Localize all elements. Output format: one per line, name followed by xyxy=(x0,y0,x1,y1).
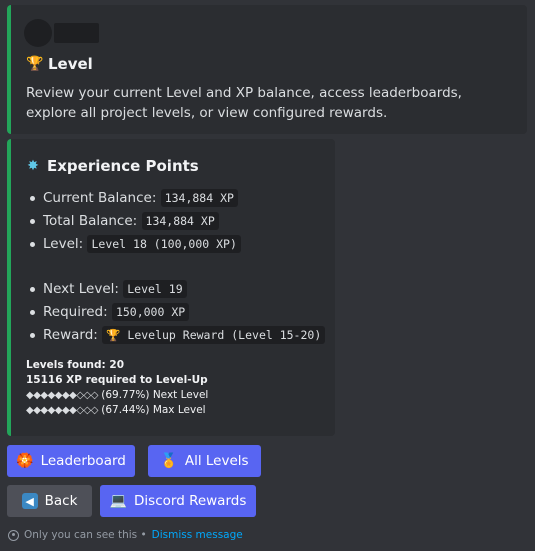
trophy-icon: 🏆 xyxy=(26,56,44,72)
discord-rewards-button[interactable]: 💻 Discord Rewards xyxy=(100,485,256,517)
xp-embed-title: ✸ Experience Points xyxy=(25,157,199,175)
level-description: Review your current Level and XP balance… xyxy=(26,85,462,121)
reward-value-box: 🏆 Levelup Reward (Level 15-20) xyxy=(102,326,326,344)
total-balance-item: Total Balance: 134,884 XP xyxy=(30,210,241,233)
total-balance-label: Total Balance: xyxy=(43,213,138,229)
next-level-label: Next Level: xyxy=(43,281,119,297)
xp-embed: ✸ Experience Points Current Balance: 134… xyxy=(7,139,335,436)
back-button-label: Back xyxy=(44,493,78,509)
leaderboard-button[interactable]: 🏵️ Leaderboard xyxy=(7,445,135,477)
current-balance-label: Current Balance: xyxy=(43,190,157,206)
level-value: Level 18 (100,000 XP) xyxy=(87,235,241,253)
total-balance-value: 134,884 XP xyxy=(141,212,219,230)
author-avatar xyxy=(24,19,52,47)
all-levels-button-label: All Levels xyxy=(184,453,249,469)
medal-icon: 🏅 xyxy=(160,453,178,469)
dismiss-message-link[interactable]: Dismiss message xyxy=(152,529,243,541)
next-level-list: Next Level: Level 19 Required: 150,000 X… xyxy=(25,278,326,347)
level-progress-summary: Levels found: 20 15116 XP required to Le… xyxy=(26,358,208,418)
trophy-icon: 🏆 xyxy=(106,328,121,342)
ephemeral-notice: Only you can see this • Dismiss message xyxy=(8,529,243,541)
leaderboard-button-label: Leaderboard xyxy=(40,453,126,469)
author-name-redacted xyxy=(54,23,99,43)
level-title-text: Level xyxy=(48,55,93,73)
next-level-item: Next Level: Level 19 xyxy=(29,278,325,301)
level-embed-title: 🏆 Level xyxy=(26,55,93,73)
xp-required: 15116 XP required to Level-Up xyxy=(26,374,208,386)
next-level-value: Level 19 xyxy=(123,280,187,298)
level-label: Level: xyxy=(43,236,84,252)
discord-rewards-button-label: Discord Rewards xyxy=(134,493,247,509)
back-arrow-icon: ◀ xyxy=(21,493,38,509)
next-level-progress-text: (69.77%) Next Level xyxy=(101,389,209,401)
next-level-progress: ◆◆◆◆◆◆◆◇◇◇ (69.77%) Next Level xyxy=(26,388,208,403)
back-button[interactable]: ◀ Back xyxy=(7,485,92,517)
reward-label: Reward: xyxy=(43,327,98,343)
current-balance-value: 134,884 XP xyxy=(160,189,238,207)
level-embed: 🏆 Level Review your current Level and XP… xyxy=(7,5,527,134)
required-item: Required: 150,000 XP xyxy=(29,301,325,324)
max-level-progress: ◆◆◆◆◆◆◆◇◇◇ (67.44%) Max Level xyxy=(26,403,208,418)
xp-title-text: Experience Points xyxy=(47,157,199,175)
eye-icon xyxy=(8,529,19,541)
all-levels-button[interactable]: 🏅 All Levels xyxy=(148,445,261,477)
level-item: Level: Level 18 (100,000 XP) xyxy=(30,233,241,256)
medal-icon: 🏵️ xyxy=(16,453,34,469)
next-level-progress-bar: ◆◆◆◆◆◆◆◇◇◇ xyxy=(26,390,98,401)
levels-found: Levels found: 20 xyxy=(26,359,124,371)
reward-item: Reward: 🏆 Levelup Reward (Level 15-20) xyxy=(29,324,326,347)
computer-icon: 💻 xyxy=(109,493,128,509)
reward-value: Levelup Reward (Level 15-20) xyxy=(127,328,322,342)
required-label: Required: xyxy=(43,304,108,320)
current-balance-item: Current Balance: 134,884 XP xyxy=(30,187,241,210)
max-level-progress-bar: ◆◆◆◆◆◆◆◇◇◇ xyxy=(26,405,98,416)
ephemeral-text: Only you can see this • xyxy=(24,529,147,541)
balance-list: Current Balance: 134,884 XP Total Balanc… xyxy=(25,187,241,256)
required-value: 150,000 XP xyxy=(111,303,190,321)
sparkle-icon: ✸ xyxy=(27,158,39,174)
max-level-progress-text: (67.44%) Max Level xyxy=(101,404,206,416)
